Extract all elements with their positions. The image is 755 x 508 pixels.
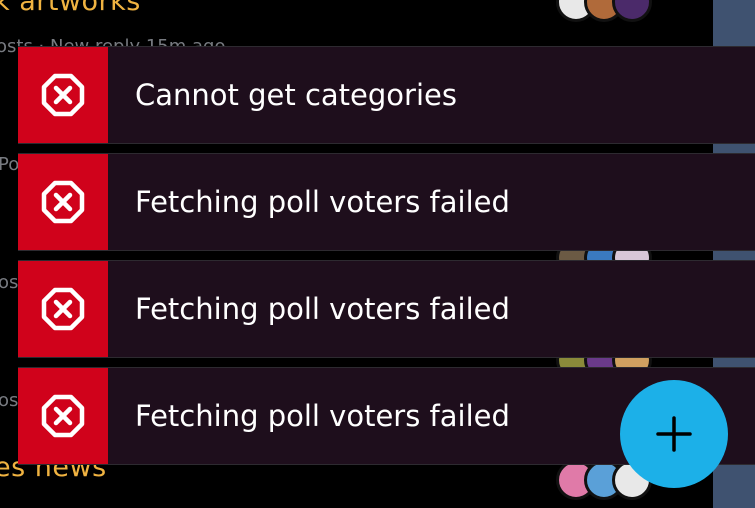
avatar [612,0,652,22]
toast-message: Cannot get categories [135,78,457,112]
app-screen: k artworks osts · New reply 15m ago Po o… [0,0,755,508]
toast-message: Fetching poll voters failed [135,292,510,326]
toast-message: Fetching poll voters failed [135,185,510,219]
error-toast[interactable]: Cannot get categories [18,46,755,144]
toast-icon-area [18,368,108,464]
error-toast[interactable]: Fetching poll voters failed [18,153,755,251]
new-topic-fab[interactable] [620,380,728,488]
plus-icon [656,416,692,452]
toast-icon-area [18,154,108,250]
topic-meta: os [0,390,19,411]
toast-icon-area [18,261,108,357]
topic-participants [556,0,652,22]
error-octagon-x-icon [41,394,85,438]
topic-meta: os [0,272,19,293]
toast-icon-area [18,47,108,143]
error-octagon-x-icon [41,73,85,117]
error-octagon-x-icon [41,180,85,224]
topic-meta: Po [0,154,20,175]
topic-title[interactable]: k artworks [0,0,141,17]
toast-message: Fetching poll voters failed [135,399,510,433]
error-toast[interactable]: Fetching poll voters failed [18,260,755,358]
error-octagon-x-icon [41,287,85,331]
